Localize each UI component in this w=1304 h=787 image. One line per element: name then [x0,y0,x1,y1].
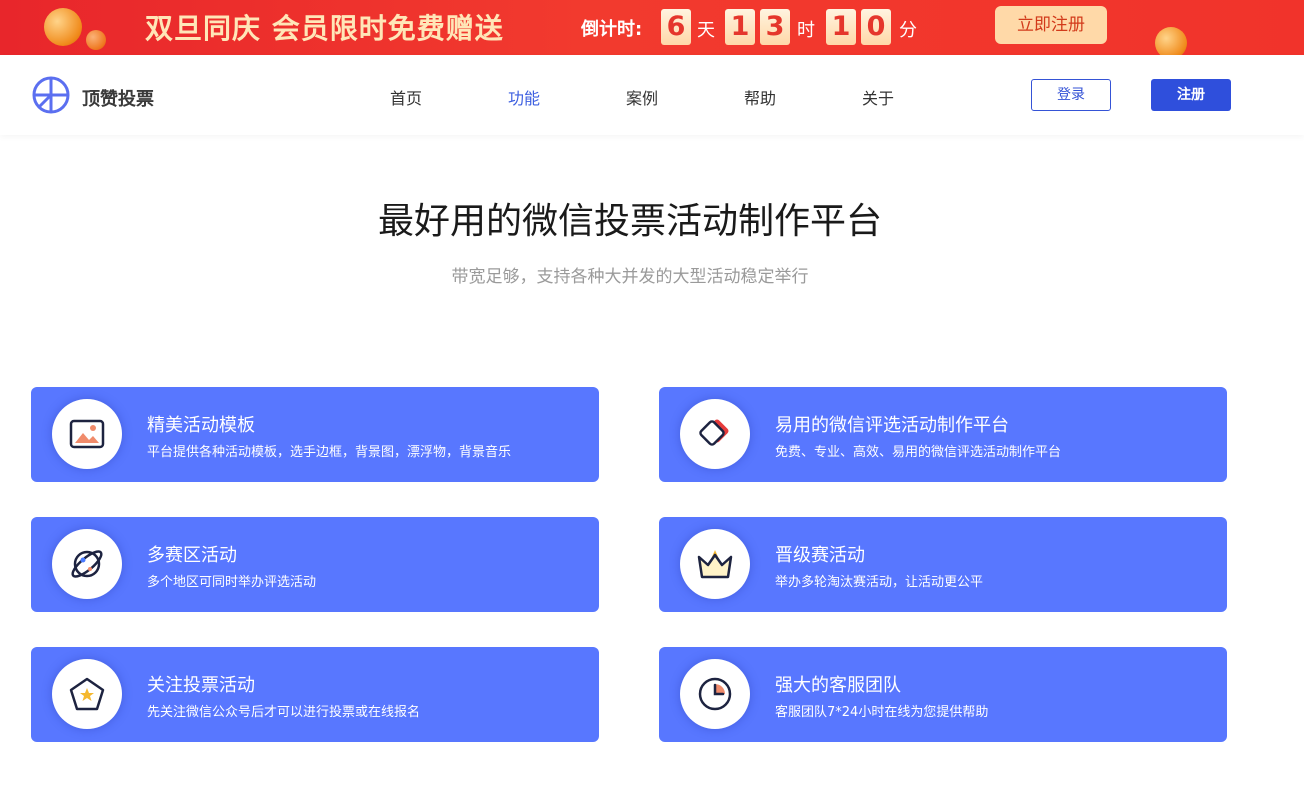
hero-title: 最好用的微信投票活动制作平台 [377,201,882,242]
brand-name[interactable]: 顶赞投票 [82,85,154,111]
feature-card-platform[interactable]: 易用的微信评选活动制作平台 免费、专业、高效、易用的微信评选活动制作平台 [659,387,1227,482]
planet-icon [52,529,122,599]
feature-card-promotion[interactable]: 晋级赛活动 举办多轮淘汰赛活动，让活动更公平 [659,517,1227,612]
clock-icon [680,659,750,729]
countdown-min-unit: 分 [899,20,917,41]
logo-icon[interactable] [31,75,71,115]
diamond-icon [680,399,750,469]
countdown-hour-ones: 3 [760,9,790,45]
feature-title: 晋级赛活动 [775,545,865,566]
coin-icon [86,30,106,50]
register-button[interactable]: 注册 [1151,79,1231,111]
feature-title: 易用的微信评选活动制作平台 [775,415,1009,436]
countdown-hour-unit: 时 [797,20,815,41]
site-header: 顶赞投票 首页 功能 案例 帮助 关于 登录 注册 [0,55,1304,135]
feature-card-templates[interactable]: 精美活动模板 平台提供各种活动模板，选手边框，背景图，漂浮物，背景音乐 [31,387,599,482]
pentagon-star-icon [52,659,122,729]
feature-desc: 多个地区可同时举办评选活动 [147,575,317,590]
nav-about[interactable]: 关于 [862,85,894,109]
nav-features[interactable]: 功能 [508,85,540,109]
countdown-min-tens: 1 [826,9,856,45]
feature-desc: 先关注微信公众号后才可以进行投票或在线报名 [147,705,421,720]
nav-home[interactable]: 首页 [390,85,422,109]
promo-title: 双旦同庆 会员限时免费赠送 [145,12,504,45]
feature-desc: 免费、专业、高效、易用的微信评选活动制作平台 [775,445,1062,460]
login-button[interactable]: 登录 [1031,79,1111,111]
feature-desc: 举办多轮淘汰赛活动，让活动更公平 [775,575,984,590]
feature-title: 强大的客服团队 [775,675,901,696]
feature-card-support[interactable]: 强大的客服团队 客服团队7*24小时在线为您提供帮助 [659,647,1227,742]
nav-help[interactable]: 帮助 [744,85,776,109]
countdown-min-ones: 0 [861,9,891,45]
coin-icon [44,8,82,46]
feature-title: 关注投票活动 [147,675,255,696]
feature-title: 精美活动模板 [147,415,255,436]
feature-card-follow[interactable]: 关注投票活动 先关注微信公众号后才可以进行投票或在线报名 [31,647,599,742]
promo-register-button[interactable]: 立即注册 [995,6,1107,44]
countdown-days: 6 [661,9,691,45]
picture-icon [52,399,122,469]
feature-desc: 客服团队7*24小时在线为您提供帮助 [775,705,989,720]
countdown-label: 倒计时: [581,19,643,40]
hero-subtitle: 带宽足够，支持各种大并发的大型活动稳定举行 [451,267,809,287]
countdown-hour-tens: 1 [725,9,755,45]
feature-card-regions[interactable]: 多赛区活动 多个地区可同时举办评选活动 [31,517,599,612]
nav-cases[interactable]: 案例 [626,85,658,109]
crown-icon [680,529,750,599]
countdown-day-unit: 天 [697,20,715,41]
feature-desc: 平台提供各种活动模板，选手边框，背景图，漂浮物，背景音乐 [147,445,512,460]
feature-title: 多赛区活动 [147,545,237,566]
coin-icon [1155,27,1187,55]
promo-banner[interactable]: 双旦同庆 会员限时免费赠送 倒计时: 6 天 1 3 时 1 0 分 立即注册 [0,0,1304,55]
